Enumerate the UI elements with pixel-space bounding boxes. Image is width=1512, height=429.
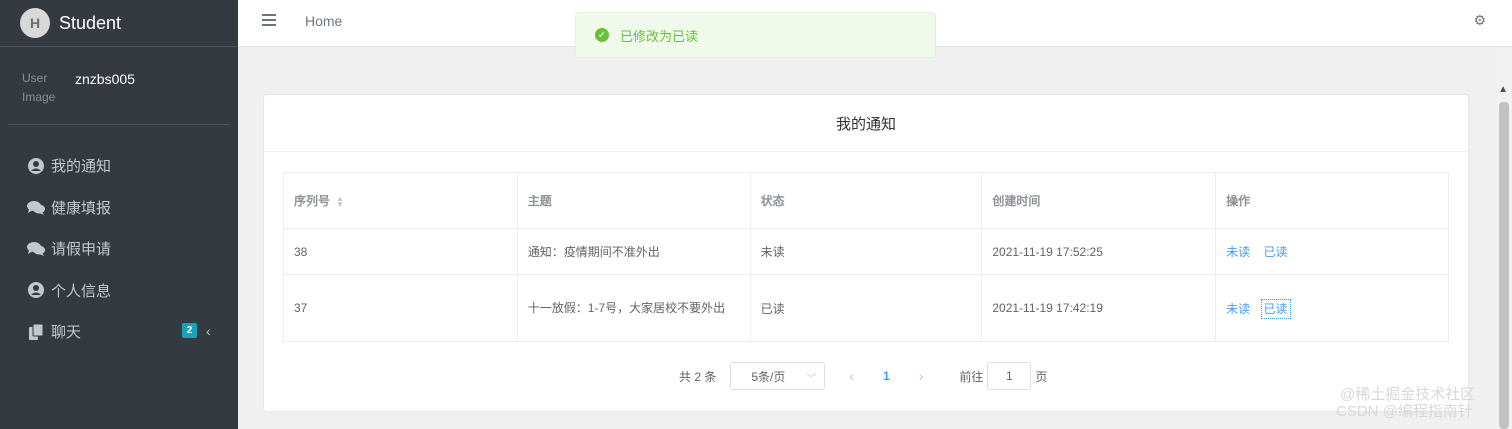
sidebar-item-label: 聊天 (51, 324, 82, 342)
sidebar-item-label: 请假申请 (51, 241, 112, 259)
user-panel: User Image znzbs005 (8, 47, 230, 125)
watermark-csdn: CSDN @编程指南针 (1336, 403, 1473, 420)
copy-icon (26, 323, 46, 341)
sidebar: H Student User Image znzbs005 我的通知 健康填报 … (0, 0, 238, 429)
column-header-id[interactable]: 序列号 ▲ ▼ (283, 172, 518, 229)
sidebar-nav: 我的通知 健康填报 请假申请 个人信息 聊天 2 ‹ (0, 125, 238, 353)
page-suffix: 页 (1035, 369, 1048, 384)
mark-unread-button[interactable]: 未读 (1226, 245, 1250, 259)
pagination: 共 2 条 5条/页 ﹀ ‹ 1 › 前往 页 (679, 362, 1047, 390)
cell-created: 2021-11-19 17:52:25 (981, 228, 1217, 275)
column-header-topic: 主题 (516, 172, 751, 229)
brand-link[interactable]: H Student (0, 0, 238, 47)
cell-topic: 十一放假：1-7号，大家居校不要外出 (516, 274, 751, 342)
sidebar-item-label: 我的通知 (51, 158, 112, 176)
scrollbar-thumb[interactable] (1499, 102, 1509, 429)
page-size-select[interactable]: 5条/页 ﹀ (730, 362, 826, 390)
mark-read-button[interactable]: 已读 (1260, 298, 1291, 319)
chevron-left-icon[interactable]: ‹ (206, 323, 211, 339)
cell-id: 37 (283, 274, 518, 342)
goto-label: 前往 (959, 369, 984, 384)
pagination-total: 共 2 条 (679, 369, 717, 384)
sidebar-item-leave-request[interactable]: 请假申请 (0, 228, 238, 270)
mark-unread-button[interactable]: 未读 (1226, 302, 1250, 316)
check-circle-icon: ✓ (595, 28, 609, 42)
comments-icon (26, 198, 46, 216)
brand-logo: H (20, 8, 50, 38)
chevron-down-icon: ﹀ (806, 374, 817, 385)
home-link[interactable]: Home (305, 13, 342, 29)
user-avatar: User Image (22, 71, 56, 104)
gear-icon[interactable]: ⚙ (1473, 12, 1486, 29)
column-header-actions: 操作 (1215, 172, 1449, 229)
column-header-created: 创建时间 (981, 172, 1217, 229)
notifications-table: 序列号 ▲ ▼ 主题 状态 创建时间 操作 38 通知：疫情期间不准外出 未读 20… (283, 172, 1449, 342)
cell-status: 未读 (749, 228, 983, 275)
success-message: ✓ 已修改为已读 (575, 12, 936, 58)
page-number-current[interactable]: 1 (883, 369, 890, 383)
comments-icon (26, 240, 46, 258)
chat-badge: 2 (182, 323, 197, 338)
cell-created: 2021-11-19 17:42:19 (981, 274, 1217, 342)
menu-toggle-icon[interactable] (262, 14, 276, 26)
goto-page-input[interactable] (987, 362, 1032, 390)
prev-page-button[interactable]: ‹ (849, 368, 854, 384)
sidebar-item-profile[interactable]: 个人信息 (0, 270, 238, 312)
user-circle-icon (26, 281, 46, 299)
sidebar-item-chat[interactable]: 聊天 2 ‹ (0, 311, 238, 353)
sort-icon[interactable]: ▲ ▼ (336, 194, 344, 208)
sidebar-item-label: 健康填报 (51, 199, 112, 217)
sidebar-item-label: 个人信息 (51, 282, 112, 300)
notifications-card: 我的通知 序列号 ▲ ▼ 主题 状态 创建时间 操作 38 通知：疫情期间不准外出 … (264, 95, 1468, 411)
mark-read-button[interactable]: 已读 (1264, 245, 1288, 259)
cell-status: 已读 (749, 274, 983, 342)
cell-id: 38 (283, 228, 518, 275)
brand-title: Student (59, 12, 122, 33)
column-header-status: 状态 (749, 172, 983, 229)
cell-actions: 未读 已读 (1215, 228, 1449, 275)
table-header-row: 序列号 ▲ ▼ 主题 状态 创建时间 操作 (283, 172, 1449, 229)
user-name[interactable]: znzbs005 (75, 71, 135, 87)
next-page-button[interactable]: › (919, 368, 924, 384)
page-size-value: 5条/页 (751, 369, 786, 384)
user-circle-icon (26, 157, 46, 175)
sidebar-item-notifications[interactable]: 我的通知 (0, 145, 238, 187)
table-row: 38 通知：疫情期间不准外出 未读 2021-11-19 17:52:25 未读… (283, 228, 1449, 275)
card-title: 我的通知 (264, 95, 1468, 152)
sidebar-item-health-report[interactable]: 健康填报 (0, 187, 238, 229)
success-message-text: 已修改为已读 (620, 28, 699, 44)
scroll-up-icon[interactable]: ▲ (1498, 84, 1508, 95)
table-row: 37 十一放假：1-7号，大家居校不要外出 已读 2021-11-19 17:4… (283, 274, 1449, 342)
cell-topic: 通知：疫情期间不准外出 (516, 228, 751, 275)
cell-actions: 未读 已读 (1215, 274, 1449, 342)
